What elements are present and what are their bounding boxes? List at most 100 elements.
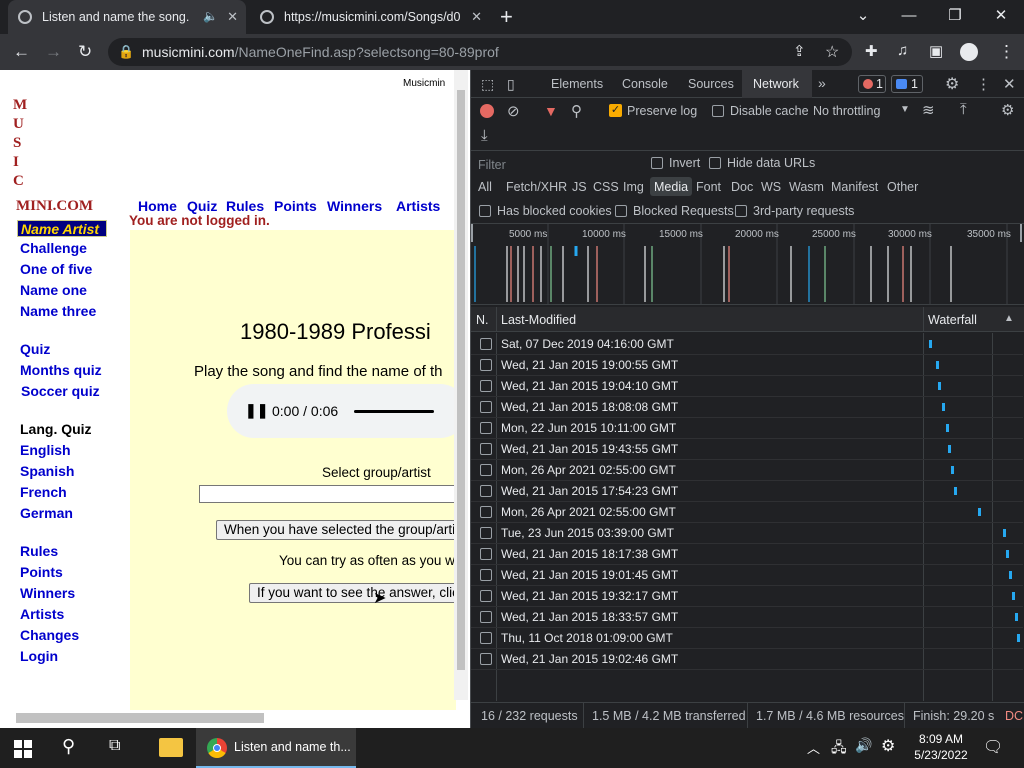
artist-input[interactable] <box>199 485 456 503</box>
task-view-icon[interactable]: ⧉ <box>109 737 120 755</box>
file-explorer-icon[interactable] <box>159 738 183 757</box>
blocked-cookies-checkbox[interactable] <box>479 205 491 217</box>
nav-quiz[interactable]: Quiz <box>187 198 217 214</box>
row-checkbox[interactable] <box>480 485 492 497</box>
error-badge[interactable]: 1 <box>858 75 886 93</box>
type-ws[interactable]: WS <box>761 180 781 194</box>
sidebar-soccer-quiz[interactable]: Soccer quiz <box>21 383 100 399</box>
table-row[interactable]: Wed, 21 Jan 2015 18:33:57 GMT <box>471 607 1023 628</box>
table-row[interactable]: Wed, 21 Jan 2015 19:02:46 GMT <box>471 649 1023 670</box>
type-js[interactable]: JS <box>572 180 587 194</box>
devtools-tab-sources[interactable]: Sources <box>688 77 734 91</box>
row-checkbox[interactable] <box>480 653 492 665</box>
row-checkbox[interactable] <box>480 338 492 350</box>
vertical-scrollbar-thumb[interactable] <box>457 90 465 670</box>
side-panel-icon[interactable]: ▣ <box>929 42 943 60</box>
sidebar-quiz[interactable]: Quiz <box>20 341 50 357</box>
table-row[interactable]: Wed, 21 Jan 2015 18:17:38 GMT <box>471 544 1023 565</box>
menu-kebab-icon[interactable]: ⋮ <box>998 42 1015 62</box>
row-checkbox[interactable] <box>480 380 492 392</box>
sidebar-months-quiz[interactable]: Months quiz <box>20 362 102 378</box>
sidebar-artists[interactable]: Artists <box>20 606 64 622</box>
audio-progress[interactable] <box>354 410 434 413</box>
timeline-overview[interactable]: 5000 ms 10000 ms 15000 ms 20000 ms 25000… <box>471 223 1024 305</box>
horizontal-scrollbar-thumb[interactable] <box>16 713 264 723</box>
table-row[interactable]: Mon, 22 Jun 2015 10:11:00 GMT <box>471 418 1023 439</box>
sidebar-french[interactable]: French <box>20 484 67 500</box>
devtools-menu-icon[interactable]: ⋮ <box>976 75 991 93</box>
bookmark-star-icon[interactable]: ☆ <box>825 42 839 62</box>
message-badge[interactable]: 1 <box>891 75 923 93</box>
type-doc[interactable]: Doc <box>731 180 753 194</box>
share-icon[interactable]: ⇪ <box>793 42 806 60</box>
lock-icon[interactable]: 🔒 <box>118 44 134 60</box>
row-checkbox[interactable] <box>480 401 492 413</box>
import-har-icon[interactable]: ⤒ <box>960 101 967 118</box>
table-row[interactable]: Wed, 21 Jan 2015 19:01:45 GMT <box>471 565 1023 586</box>
devtools-tab-network[interactable]: Network <box>742 70 812 98</box>
type-font[interactable]: Font <box>696 180 721 194</box>
network-settings-icon[interactable]: ⚙ <box>1001 101 1014 119</box>
network-conditions-icon[interactable]: ≋ <box>922 101 935 119</box>
column-name[interactable]: N. <box>476 313 489 327</box>
close-tab-icon[interactable]: ✕ <box>227 9 238 25</box>
type-media[interactable]: Media <box>650 177 693 196</box>
taskbar-chrome-app[interactable]: Listen and name th... <box>196 728 356 768</box>
filter-funnel-icon[interactable]: ▼ <box>544 103 558 119</box>
third-party-checkbox[interactable] <box>735 205 747 217</box>
nav-rules[interactable]: Rules <box>226 198 264 214</box>
row-checkbox[interactable] <box>480 611 492 623</box>
close-window-button[interactable]: ✕ <box>978 0 1024 30</box>
windows-start-icon[interactable] <box>14 740 32 758</box>
row-checkbox[interactable] <box>480 464 492 476</box>
sidebar-changes[interactable]: Changes <box>20 627 79 643</box>
sort-ascending-icon[interactable]: ▲ <box>1004 313 1014 324</box>
sidebar-winners[interactable]: Winners <box>20 585 75 601</box>
restore-button[interactable]: ❐ <box>932 0 978 30</box>
type-css[interactable]: CSS <box>593 180 619 194</box>
row-checkbox[interactable] <box>480 632 492 644</box>
table-row[interactable]: Tue, 23 Jun 2015 03:39:00 GMT <box>471 523 1023 544</box>
type-other[interactable]: Other <box>887 180 918 194</box>
pause-icon[interactable]: ❚❚ <box>245 402 268 419</box>
blocked-requests-checkbox[interactable] <box>615 205 627 217</box>
reload-icon[interactable]: ↻ <box>78 42 92 62</box>
search-icon[interactable]: ⚲ <box>62 736 75 757</box>
preserve-log-checkbox[interactable]: ✓ <box>609 104 622 117</box>
invert-checkbox[interactable] <box>651 157 663 169</box>
row-checkbox[interactable] <box>480 443 492 455</box>
table-row[interactable]: Wed, 21 Jan 2015 19:04:10 GMT <box>471 376 1023 397</box>
nav-artists[interactable]: Artists <box>396 198 440 214</box>
column-waterfall[interactable]: Waterfall <box>928 313 977 327</box>
sidebar-spanish[interactable]: Spanish <box>20 463 74 479</box>
export-har-icon[interactable]: ⤓ <box>481 127 488 144</box>
network-icon[interactable]: 🖧 <box>831 737 847 761</box>
type-manifest[interactable]: Manifest <box>831 180 878 194</box>
type-img[interactable]: Img <box>623 180 644 194</box>
type-all[interactable]: All <box>478 180 492 194</box>
devtools-tab-elements[interactable]: Elements <box>551 77 603 91</box>
row-checkbox[interactable] <box>480 527 492 539</box>
new-tab-button[interactable]: + <box>500 4 513 30</box>
close-devtools-icon[interactable]: ✕ <box>1003 75 1016 93</box>
clock[interactable]: 8:09 AM 5/23/2022 <box>912 732 970 762</box>
row-checkbox[interactable] <box>480 548 492 560</box>
search-icon[interactable]: ⚲ <box>571 102 582 120</box>
throttling-select[interactable]: No throttling <box>813 104 880 118</box>
sidebar-rules[interactable]: Rules <box>20 543 58 559</box>
table-row[interactable]: Mon, 26 Apr 2021 02:55:00 GMT <box>471 460 1023 481</box>
tab-search-icon[interactable]: ⌄ <box>840 0 886 30</box>
back-icon[interactable]: ← <box>13 42 30 62</box>
url-text[interactable]: musicmini.com/NameOneFind.asp?selectsong… <box>142 44 499 60</box>
sidebar-challenge[interactable]: Challenge <box>20 240 87 256</box>
sidebar-name-one[interactable]: Name one <box>20 282 87 298</box>
active-menu-item[interactable]: Name Artist <box>17 220 107 237</box>
minimize-button[interactable]: — <box>886 0 932 30</box>
tab-inactive[interactable]: https://musicmini.com/Songs/d0 ✕ <box>250 0 490 34</box>
submit-answer-button[interactable]: When you have selected the group/arti <box>216 520 456 540</box>
filter-input[interactable]: Filter <box>474 154 638 174</box>
row-checkbox[interactable] <box>480 590 492 602</box>
table-row[interactable]: Wed, 21 Jan 2015 17:54:23 GMT <box>471 481 1023 502</box>
nav-points[interactable]: Points <box>274 198 317 214</box>
table-row[interactable]: Wed, 21 Jan 2015 19:00:55 GMT <box>471 355 1023 376</box>
